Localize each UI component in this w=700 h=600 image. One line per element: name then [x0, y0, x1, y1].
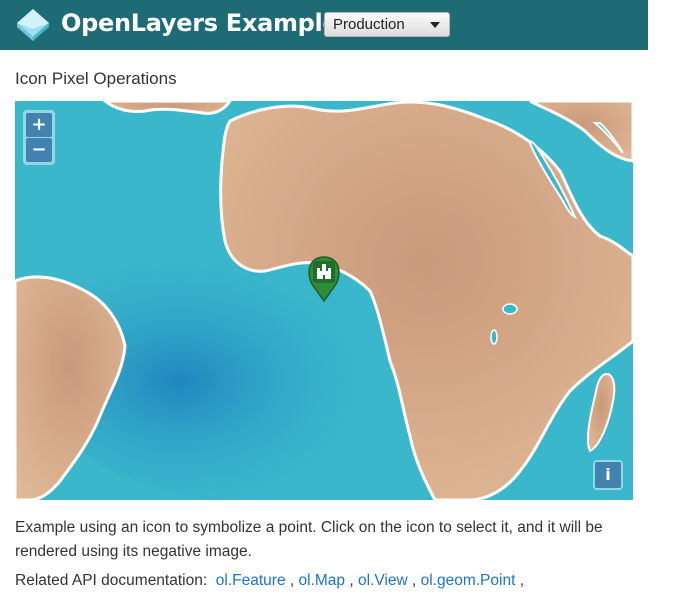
version-select[interactable]: Production: [324, 12, 450, 37]
link-separator: ,: [289, 572, 295, 589]
site-title[interactable]: OpenLayers Examples: [61, 9, 353, 37]
example-description: Example using an icon to symbolize a poi…: [15, 519, 603, 560]
attribution-control: i: [593, 460, 623, 490]
zoom-out-button[interactable]: −: [26, 138, 52, 162]
link-separator: ,: [349, 572, 354, 589]
zoom-in-button[interactable]: +: [26, 113, 52, 137]
link-ol-feature[interactable]: ol.Feature: [216, 572, 286, 589]
link-separator: ,: [411, 572, 417, 589]
page-title: Icon Pixel Operations: [15, 69, 177, 88]
map-viewport[interactable]: + − i: [15, 101, 633, 500]
link-ol-view[interactable]: ol.View: [358, 572, 408, 589]
link-ol-map[interactable]: ol.Map: [299, 572, 346, 589]
header-bar: OpenLayers Examples Production: [0, 0, 648, 50]
related-label: Related API documentation:: [15, 572, 208, 589]
link-ol-geom-point[interactable]: ol.geom.Point: [421, 572, 516, 589]
castle-marker-icon[interactable]: [308, 255, 340, 303]
link-separator: ,: [519, 572, 525, 589]
version-select-value: Production: [333, 16, 405, 33]
openlayers-logo-icon: [17, 9, 49, 41]
info-button[interactable]: i: [595, 462, 621, 488]
chevron-down-icon: [430, 22, 440, 28]
related-api-docs: Related API documentation: ol.Feature , …: [15, 572, 524, 590]
zoom-control: + −: [23, 110, 55, 165]
